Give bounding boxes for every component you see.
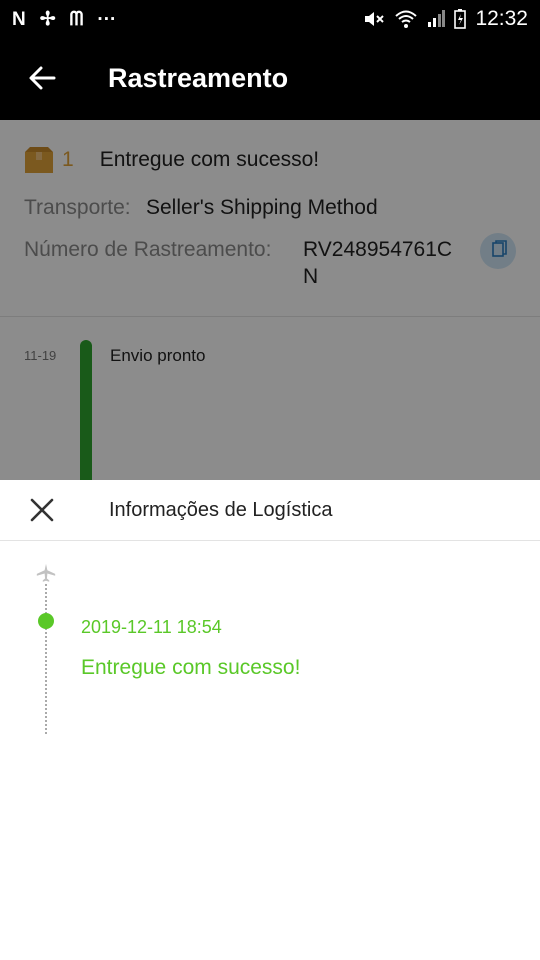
- logistics-sheet: Informações de Logística 2019-12-11 18:5…: [0, 480, 540, 960]
- timeline-dashed-line: [45, 584, 47, 734]
- timeline-dot: [38, 613, 54, 629]
- sheet-header: Informações de Logística: [0, 480, 540, 541]
- wifi-icon: [395, 10, 418, 28]
- back-arrow-icon[interactable]: [26, 62, 58, 94]
- netflix-icon: N: [12, 8, 26, 30]
- mute-icon: [365, 12, 385, 26]
- status-system-icons: 12:32: [363, 7, 528, 31]
- page-title: Rastreamento: [108, 63, 289, 93]
- modal-backdrop[interactable]: [0, 120, 540, 480]
- close-icon[interactable]: [28, 496, 56, 524]
- signal-icon: [428, 10, 446, 27]
- more-notifications-icon: ···: [97, 8, 117, 30]
- clock: 12:32: [475, 7, 528, 30]
- event-timestamp: 2019-12-11 18:54: [81, 617, 222, 637]
- status-notification-icons: N ✢ ᗰ ···: [12, 8, 116, 31]
- event-description: Entregue com sucesso!: [81, 656, 301, 679]
- battery-icon: [454, 9, 467, 29]
- pinwheel-icon: ✢: [39, 9, 56, 30]
- app-bar: Rastreamento: [0, 38, 540, 120]
- sheet-title: Informações de Logística: [109, 499, 333, 521]
- status-bar: N ✢ ᗰ ··· 12:32: [0, 0, 540, 38]
- airplane-icon: [36, 563, 56, 582]
- mcdonalds-icon: ᗰ: [69, 8, 84, 30]
